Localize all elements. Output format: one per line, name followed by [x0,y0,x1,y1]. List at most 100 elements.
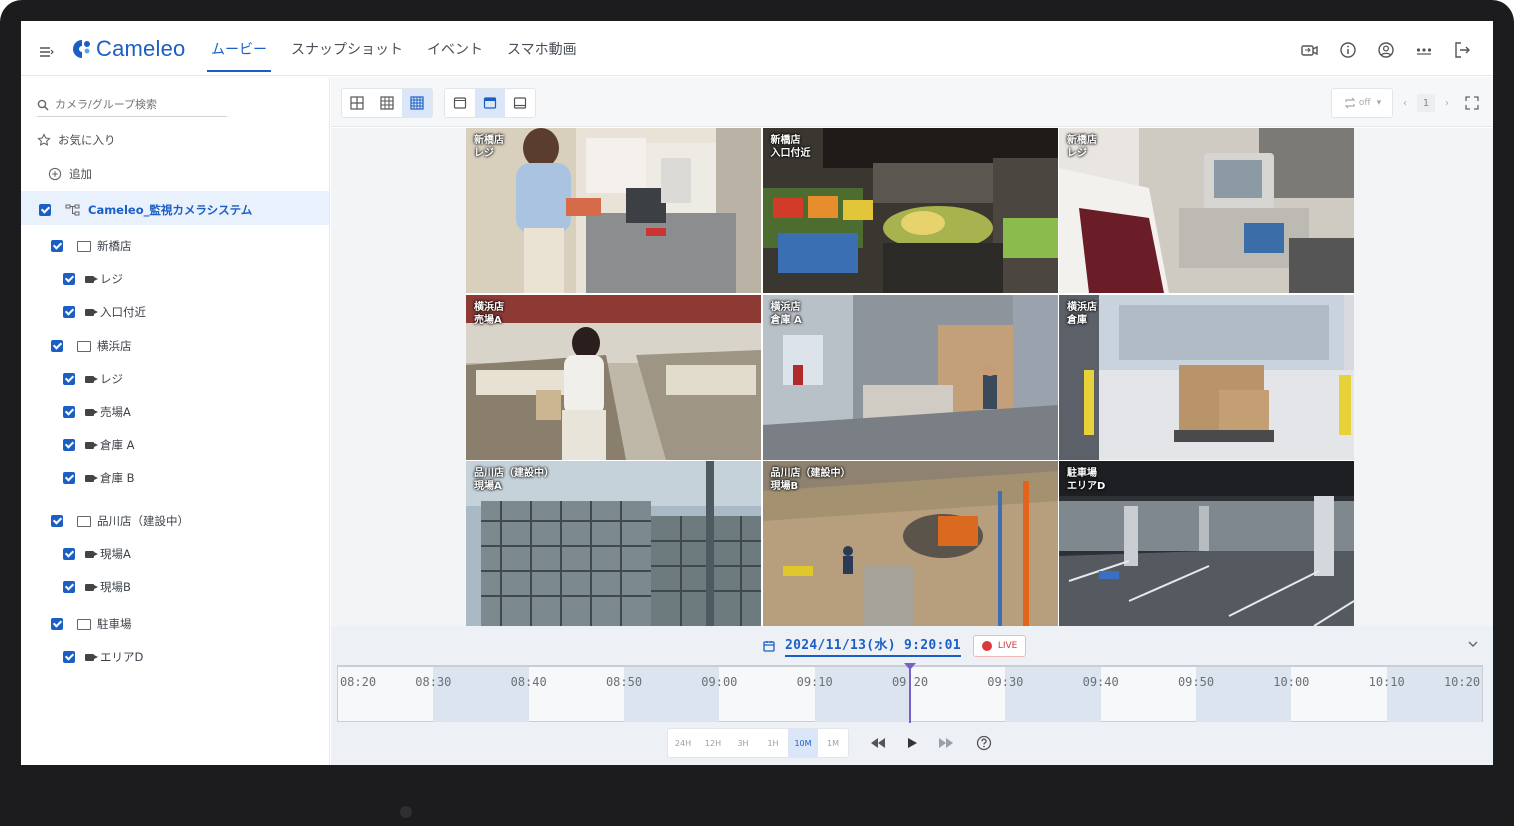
camera-tile-label: 品川店（建設中） 現場A [474,468,554,492]
window-header-button[interactable] [475,89,505,117]
play-button[interactable] [901,732,923,754]
folder-icon [77,240,91,252]
zoom-option[interactable]: 12H [698,729,728,757]
group-checkbox[interactable] [51,515,63,527]
group-checkbox[interactable] [51,618,63,630]
camera-checkbox[interactable] [63,373,75,385]
grid-3x3-small-icon [380,96,394,110]
tree-camera[interactable]: レジ [63,370,123,388]
prev-page-icon[interactable]: ‹ [1403,98,1407,109]
camera-tile-2[interactable]: 新橋店 入口付近 [762,128,1058,293]
camera-feed-image [466,294,761,460]
grid-3x3-button[interactable] [402,89,432,117]
account-icon[interactable] [1377,41,1395,59]
fast-forward-button[interactable] [935,732,957,754]
camera-search [37,93,227,117]
group-checkbox[interactable] [51,340,63,352]
camera-tile-label: 新橋店 レジ [1067,135,1097,159]
zoom-option[interactable]: 3H [728,729,758,757]
single-window-button[interactable] [445,89,475,117]
grid-2x2-button[interactable] [342,89,372,117]
logo-text: Cameleo [96,36,186,61]
timeline-tick-label: 09:30 [987,675,1024,689]
camera-tile-6[interactable]: 横浜店 倉庫 [1059,294,1354,460]
camera-label: 売場A [100,405,131,419]
zoom-option[interactable]: 1M [818,729,848,757]
zoom-option[interactable]: 1H [758,729,788,757]
zoom-selector: 24H 12H 3H 1H 10M 1M [667,728,849,758]
nav-tab-0[interactable]: ムービー [199,21,279,76]
camera-checkbox[interactable] [63,548,75,560]
tree-camera[interactable]: 現場A [63,545,131,563]
nav-tab-1[interactable]: スナップショット [279,21,415,76]
main-nav: ムービー スナップショット イベント スマホ動画 [199,21,589,76]
camera-tile-7[interactable]: 品川店（建設中） 現場A [466,461,761,626]
camera-tile-4[interactable]: 横浜店 売場A [466,294,761,460]
chevron-down-icon[interactable] [1467,638,1479,650]
tree-group[interactable]: 品川店（建設中） [51,512,189,530]
live-button[interactable]: LIVE [972,634,1027,657]
tree-group[interactable]: 新橋店 [51,237,132,255]
camera-icon [85,408,98,416]
root-checkbox[interactable] [39,204,51,216]
timeline-track[interactable]: 08:2008:3008:4008:5009:0009:1009:2009:30… [337,663,1483,723]
current-datetime[interactable]: 2024/11/13(水) 9:20:01 [785,634,961,657]
tree-root[interactable]: Cameleo_監視カメラシステム [21,191,329,225]
group-label: 駐車場 [97,617,132,631]
zoom-option[interactable]: 10M [788,729,818,757]
next-page-icon[interactable]: › [1445,98,1449,109]
tree-camera[interactable]: エリアD [63,648,143,666]
nav-tab-3[interactable]: スマホ動画 [495,21,589,76]
logout-icon[interactable] [1453,41,1471,59]
grid-3x3-small-button[interactable] [372,89,402,117]
tree-camera[interactable]: 倉庫 A [63,436,135,454]
camera-tile-9[interactable]: 駐車場 エリアD [1059,461,1354,626]
camera-checkbox[interactable] [63,273,75,285]
tree-camera[interactable]: 現場B [63,578,131,596]
timeline-playhead[interactable] [904,663,916,723]
zoom-option[interactable]: 24H [668,729,698,757]
camera-switch-icon[interactable] [1301,41,1319,59]
calendar-icon[interactable] [763,640,775,652]
camera-label: 倉庫 A [100,438,135,452]
add-favorite-row[interactable]: 追加 [48,164,92,184]
camera-tile-3[interactable]: 新橋店 レジ [1059,128,1354,293]
tree-group[interactable]: 駐車場 [51,615,132,633]
nav-tab-2[interactable]: イベント [415,21,495,76]
favorites-row[interactable]: お気に入り [37,130,116,150]
camera-tile-8[interactable]: 品川店（建設中） 現場B [762,461,1058,626]
camera-icon [85,583,98,591]
tree-camera[interactable]: レジ [63,270,123,288]
view-toolbar: off ▾ ‹ 1 › [331,77,1493,127]
camera-checkbox[interactable] [63,406,75,418]
camera-tile-5[interactable]: 横浜店 倉庫 A [762,294,1058,460]
info-icon[interactable] [1339,41,1357,59]
view-mode-selector [444,88,536,118]
camera-checkbox[interactable] [63,581,75,593]
timeline-header: 2024/11/13(水) 9:20:01 LIVE [763,634,1027,657]
camera-label: 入口付近 [100,305,146,319]
fullscreen-icon[interactable] [1465,96,1479,110]
tree-group[interactable]: 横浜店 [51,337,132,355]
camera-checkbox[interactable] [63,439,75,451]
tree-camera[interactable]: 入口付近 [63,303,146,321]
grid-3x3-icon [410,96,424,110]
tree-camera[interactable]: 倉庫 B [63,469,135,487]
menu-toggle-icon[interactable] [39,43,55,57]
root-label: Cameleo_監視カメラシステム [88,203,253,217]
camera-checkbox[interactable] [63,472,75,484]
help-button[interactable] [973,732,995,754]
more-icon[interactable] [1415,41,1433,59]
app-logo[interactable]: Cameleo [71,35,185,63]
page-number[interactable]: 1 [1417,94,1435,112]
rotation-dropdown[interactable]: off ▾ [1331,88,1393,118]
tree-camera[interactable]: 売場A [63,403,131,421]
camera-checkbox[interactable] [63,306,75,318]
window-footer-button[interactable] [505,89,535,117]
camera-sidebar: お気に入り 追加 Cameleo_監視カメラシステム 新橋店レジ入口付近横浜店レ… [21,77,330,765]
camera-search-input[interactable] [55,98,215,111]
group-checkbox[interactable] [51,240,63,252]
rewind-button[interactable] [867,732,889,754]
camera-checkbox[interactable] [63,651,75,663]
camera-tile-1[interactable]: 新橋店 レジ [466,128,761,293]
